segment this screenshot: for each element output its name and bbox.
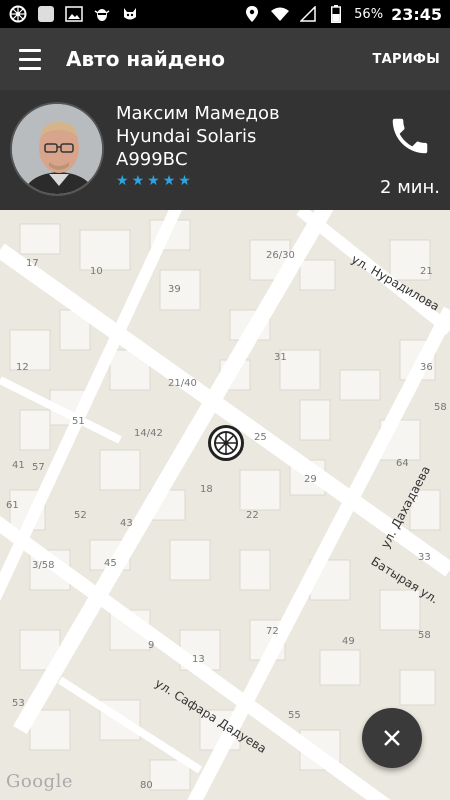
google-attribution: Google: [6, 771, 73, 792]
map-label: 61: [6, 500, 19, 511]
driver-name: Максим Мамедов: [116, 103, 280, 124]
map-label: 39: [168, 284, 181, 295]
cancel-button[interactable]: [362, 708, 422, 768]
phone-icon: [392, 118, 428, 154]
map-label: 58: [418, 630, 431, 641]
menu-button[interactable]: [0, 28, 60, 90]
map-label: 53: [12, 698, 25, 709]
map-label: 33: [418, 552, 431, 563]
map-label: 12: [16, 362, 29, 373]
map-label: 80: [140, 780, 153, 791]
eta-text: 2 мин.: [380, 177, 440, 198]
wheel-icon: [8, 4, 28, 24]
no-sim-icon: [298, 4, 318, 24]
map-label: 14/42: [134, 428, 163, 439]
battery-icon: [326, 4, 346, 24]
map-label: 51: [72, 416, 85, 427]
wheel-icon: [214, 431, 238, 455]
map-label: 25: [254, 432, 267, 443]
driver-info: Максим Мамедов Hyundai Solaris А999ВС ★ …: [116, 102, 280, 189]
star-icon: ★: [178, 173, 191, 189]
tariffs-button[interactable]: ТАРИФЫ: [373, 52, 441, 67]
map-label: 36: [420, 362, 433, 373]
map-label: 9: [148, 640, 155, 651]
star-icon: ★: [116, 173, 129, 189]
map-label: 3/58: [32, 560, 55, 571]
driver-card: Максим Мамедов Hyundai Solaris А999ВС ★ …: [0, 90, 450, 210]
map-label: 26/30: [266, 250, 295, 261]
bug-icon: [92, 4, 112, 24]
map-label: 13: [192, 654, 205, 665]
map-label: 58: [434, 402, 447, 413]
map-label: 17: [26, 258, 39, 269]
star-icon: ★: [147, 173, 160, 189]
menu-icon: [19, 46, 41, 73]
map-label: 10: [90, 266, 103, 277]
star-icon: ★: [131, 173, 145, 189]
map-label: 49: [342, 636, 355, 647]
map-label: 57: [32, 462, 45, 473]
close-icon: [384, 730, 400, 746]
blank-app-icon: [36, 4, 56, 24]
map-label: 52: [74, 510, 87, 521]
map-label: 22: [246, 510, 259, 521]
status-bar: 56% 23:45: [0, 0, 450, 28]
battery-percent: 56%: [354, 6, 384, 22]
star-icon: ★: [162, 173, 176, 189]
map-label: 45: [104, 558, 117, 569]
driver-avatar: [10, 102, 104, 196]
image-icon: [64, 4, 84, 24]
map-label: 43: [120, 518, 133, 529]
wifi-icon: [270, 4, 290, 24]
map-label: 31: [274, 352, 287, 363]
app-bar: Авто найдено ТАРИФЫ: [0, 28, 450, 90]
map-label: 21: [420, 266, 433, 277]
map-label: 72: [266, 626, 279, 637]
map-label: 41: [12, 460, 25, 471]
rating-stars: ★ ★ ★ ★ ★: [116, 173, 280, 189]
car-marker[interactable]: [208, 425, 244, 461]
map-label: 64: [396, 458, 409, 469]
clock: 23:45: [391, 4, 442, 24]
map-label: 18: [200, 484, 213, 495]
page-title: Авто найдено: [66, 47, 226, 71]
map-label: 55: [288, 710, 301, 721]
car-model: Hyundai Solaris: [116, 126, 257, 147]
cat-icon: [120, 4, 140, 24]
map-label: 29: [304, 474, 317, 485]
map-label: 21/40: [168, 378, 197, 389]
car-plate: А999ВС: [116, 149, 188, 170]
call-button[interactable]: [386, 112, 434, 160]
location-icon: [242, 4, 262, 24]
